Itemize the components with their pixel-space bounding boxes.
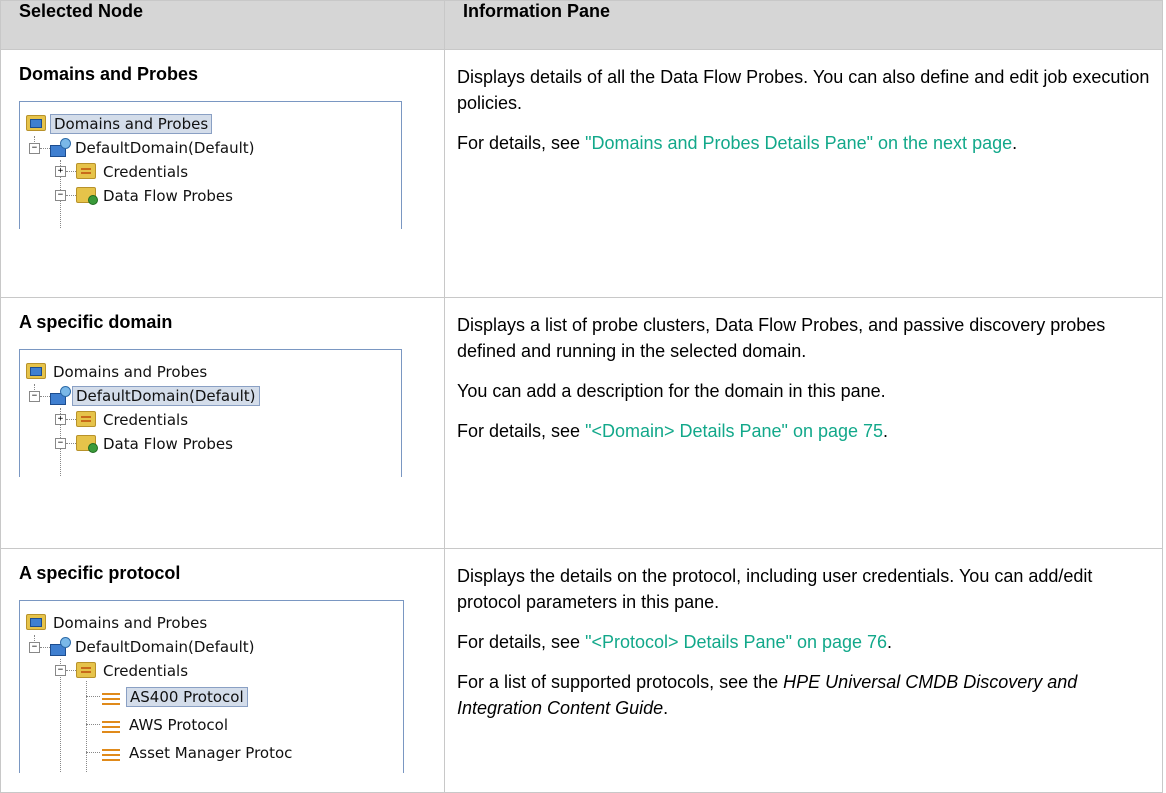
- info-text-suffix: .: [1012, 133, 1018, 153]
- tree-node-domains: Domains and Probes: [26, 360, 210, 384]
- tree-node-credentials: Credentials: [76, 160, 191, 184]
- tree-label: DefaultDomain(Default): [75, 139, 255, 157]
- tree-node-data-flow-probes: Data Flow Probes: [76, 432, 236, 456]
- table-row: Domains and Probes Domains and Probes − …: [0, 49, 1163, 298]
- node-title: Domains and Probes: [19, 64, 199, 84]
- info-text: Displays a list of probe clusters, Data …: [457, 315, 1106, 361]
- tree-node-default-domain: DefaultDomain(Default): [50, 635, 258, 659]
- info-text-suffix: .: [887, 632, 893, 652]
- collapse-icon: −: [29, 642, 40, 653]
- domain-computer-icon: [50, 385, 71, 405]
- node-cell: Domains and Probes Domains and Probes − …: [0, 49, 445, 298]
- tree-label: Asset Manager Protoc: [129, 744, 293, 762]
- tree-screenshot: Domains and Probes − DefaultDomain(Defau…: [19, 349, 402, 477]
- info-text: For a list of supported protocols, see t…: [457, 669, 1150, 721]
- cross-reference-link[interactable]: "Domains and Probes Details Pane" on the…: [585, 133, 1012, 153]
- domains-folder-icon: [26, 115, 46, 131]
- tree-label: Domains and Probes: [53, 614, 208, 632]
- info-text: For details, see "<Protocol> Details Pan…: [457, 629, 1150, 655]
- tree-label: Credentials: [103, 662, 189, 680]
- node-cell: A specific protocol Domains and Probes −…: [0, 548, 445, 793]
- info-text-prefix: For a list of supported protocols, see t…: [457, 672, 784, 692]
- info-text: For details, see "<Domain> Details Pane"…: [457, 418, 1150, 444]
- cross-reference-link[interactable]: "<Protocol> Details Pane" on page 76: [585, 632, 887, 652]
- tree-label: Data Flow Probes: [103, 435, 233, 453]
- domain-computer-icon: [50, 137, 71, 157]
- tree-node-credentials: Credentials: [76, 659, 191, 683]
- tree-label: Credentials: [103, 163, 189, 181]
- credentials-folder-icon: [76, 662, 96, 678]
- protocol-icon: [100, 747, 122, 761]
- tree-label: Domains and Probes: [50, 114, 213, 134]
- tree-node-aws-protocol: AWS Protocol: [100, 713, 231, 737]
- table-row: A specific domain Domains and Probes − D…: [0, 297, 1163, 549]
- tree-screenshot: Domains and Probes − DefaultDomain(Defau…: [19, 101, 402, 229]
- details-table: Selected Node Information Pane Domains a…: [0, 0, 1163, 793]
- cross-reference-link[interactable]: "<Domain> Details Pane" on page 75: [585, 421, 883, 441]
- info-cell: Displays a list of probe clusters, Data …: [444, 297, 1163, 549]
- info-text: For details, see "Domains and Probes Det…: [457, 130, 1150, 156]
- probes-folder-icon: [76, 187, 98, 205]
- node-title: A specific domain: [19, 312, 173, 332]
- info-text-prefix: For details, see: [457, 632, 586, 652]
- tree-node-credentials: Credentials: [76, 408, 191, 432]
- tree-label: DefaultDomain(Default): [75, 638, 255, 656]
- info-cell: Displays details of all the Data Flow Pr…: [444, 49, 1163, 298]
- info-text: Displays details of all the Data Flow Pr…: [457, 67, 1150, 113]
- expand-icon: +: [55, 414, 66, 425]
- collapse-icon: −: [55, 190, 66, 201]
- collapse-icon: −: [29, 143, 40, 154]
- info-text-prefix: For details, see: [457, 421, 586, 441]
- info-text-suffix: .: [883, 421, 889, 441]
- tree-node-default-domain: DefaultDomain(Default): [50, 136, 258, 160]
- tree-node-domains: Domains and Probes: [26, 112, 213, 136]
- collapse-icon: −: [29, 391, 40, 402]
- info-cell: Displays the details on the protocol, in…: [444, 548, 1163, 793]
- protocol-icon: [100, 719, 122, 733]
- probes-folder-icon: [76, 435, 98, 453]
- tree-label: Data Flow Probes: [103, 187, 233, 205]
- domain-computer-icon: [50, 636, 71, 656]
- node-title: A specific protocol: [19, 563, 181, 583]
- table-row: A specific protocol Domains and Probes −…: [0, 548, 1163, 793]
- info-text-suffix: .: [663, 698, 669, 718]
- tree-node-data-flow-probes: Data Flow Probes: [76, 184, 236, 208]
- domains-folder-icon: [26, 614, 46, 630]
- table-header-row: Selected Node Information Pane: [0, 0, 1163, 50]
- collapse-icon: −: [55, 438, 66, 449]
- tree-node-default-domain: DefaultDomain(Default): [50, 384, 260, 408]
- collapse-icon: −: [55, 665, 66, 676]
- header-selected-node: Selected Node: [0, 0, 445, 50]
- protocol-icon: [100, 691, 122, 705]
- header-information-pane: Information Pane: [444, 0, 1163, 50]
- expand-icon: +: [55, 166, 66, 177]
- tree-screenshot: Domains and Probes − DefaultDomain(Defau…: [19, 600, 404, 773]
- tree-node-domains: Domains and Probes: [26, 611, 210, 635]
- info-text-prefix: For details, see: [457, 133, 586, 153]
- node-cell: A specific domain Domains and Probes − D…: [0, 297, 445, 549]
- credentials-folder-icon: [76, 411, 96, 427]
- tree-label: Credentials: [103, 411, 189, 429]
- credentials-folder-icon: [76, 163, 96, 179]
- tree-label: Domains and Probes: [53, 363, 208, 381]
- tree-node-as400-protocol: AS400 Protocol: [100, 685, 248, 709]
- tree-label: AS400 Protocol: [126, 687, 248, 707]
- tree-node-asset-manager-protocol: Asset Manager Protoc: [100, 741, 295, 765]
- info-text: Displays the details on the protocol, in…: [457, 566, 1093, 612]
- info-text: You can add a description for the domain…: [457, 381, 886, 401]
- tree-label: DefaultDomain(Default): [72, 386, 260, 406]
- domains-folder-icon: [26, 363, 46, 379]
- tree-label: AWS Protocol: [129, 716, 229, 734]
